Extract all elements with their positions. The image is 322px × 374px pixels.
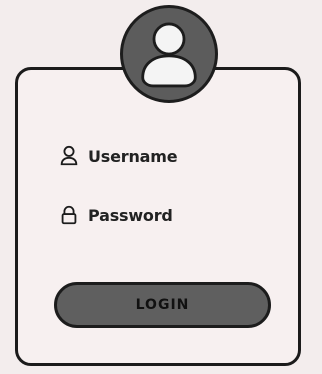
lock-icon <box>61 205 77 225</box>
user-avatar-icon <box>141 22 197 88</box>
user-avatar <box>120 5 218 103</box>
password-label: Password <box>88 205 173 225</box>
user-icon <box>60 145 78 166</box>
password-field[interactable]: Password <box>58 204 173 226</box>
login-screen: Username Password LOGIN <box>0 0 322 374</box>
username-label: Username <box>88 146 178 166</box>
login-button[interactable]: LOGIN <box>54 282 271 328</box>
username-field[interactable]: Username <box>58 145 178 167</box>
